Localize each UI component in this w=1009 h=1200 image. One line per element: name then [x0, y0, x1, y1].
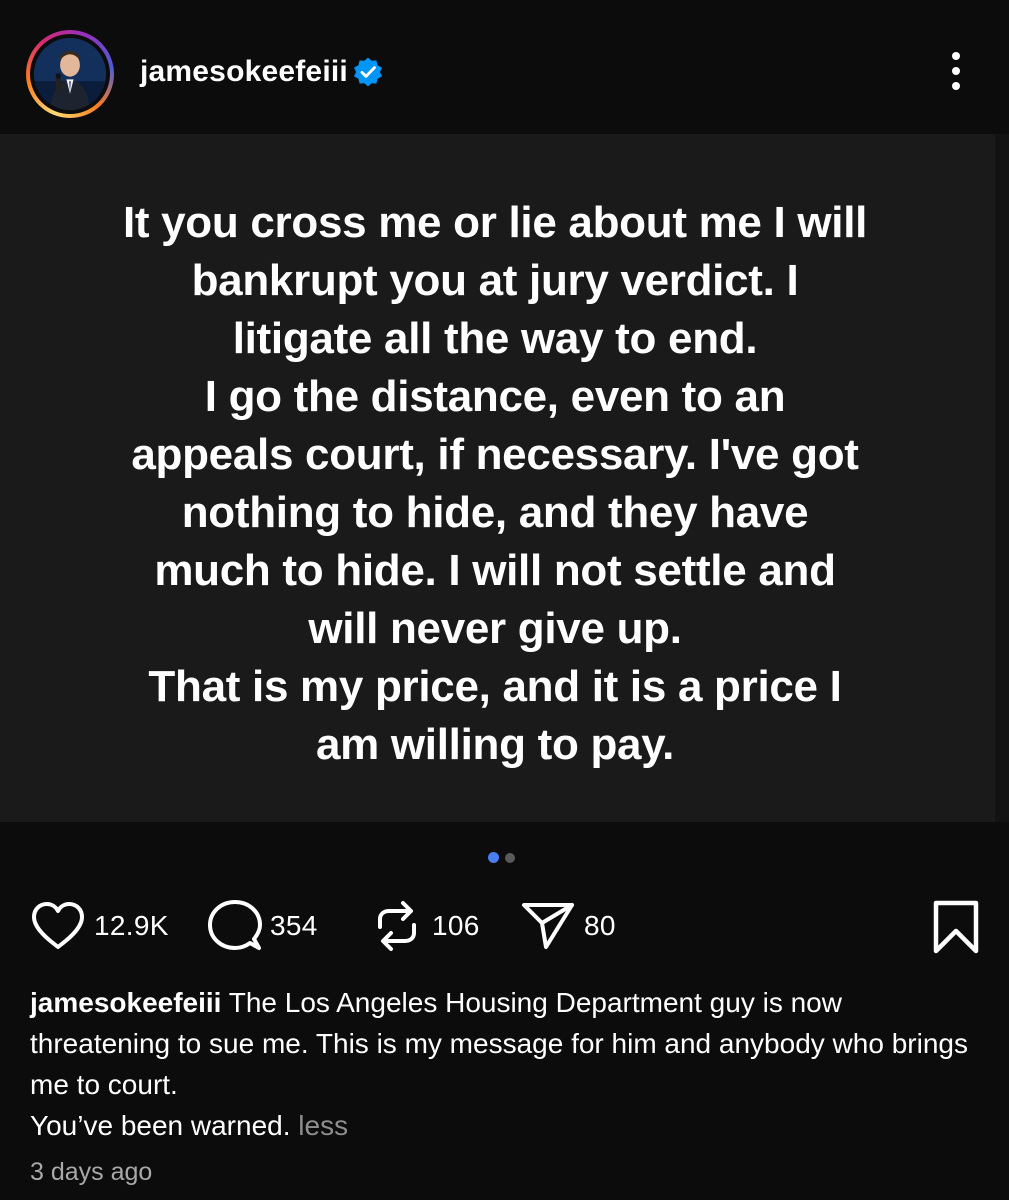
comment-button[interactable]: 354: [208, 898, 318, 954]
action-bar: 12.9K 354 106 80: [30, 898, 980, 954]
send-icon: [522, 903, 574, 949]
repost-icon: [378, 901, 416, 951]
comment-count: 354: [270, 910, 318, 941]
post-image-text: It you cross me or lie about me I will b…: [40, 194, 950, 774]
share-button[interactable]: 80: [520, 898, 616, 954]
avatar[interactable]: [34, 38, 106, 110]
post-text-line: nothing to hide, and they have: [181, 488, 809, 537]
caption-username[interactable]: jamesokeefeiii: [30, 987, 221, 1018]
comment-icon: [208, 900, 262, 950]
carousel-dot: [505, 852, 515, 863]
post-text-line: appeals court, if necessary. I've got: [131, 430, 859, 479]
post-text-line: bankrupt you at jury verdict. I: [191, 256, 799, 305]
bookmark-icon: [933, 900, 979, 954]
avatar-story-ring[interactable]: [26, 30, 114, 118]
post-text-line: That is my price, and it is a price I: [148, 662, 842, 711]
less-link[interactable]: less: [298, 1110, 348, 1141]
carousel-indicator: [488, 852, 515, 863]
header-username[interactable]: jamesokeefeiii: [140, 55, 348, 89]
post-caption: jamesokeefeiii The Los Angeles Housing D…: [30, 982, 980, 1146]
like-count: 12.9K: [94, 910, 169, 941]
heart-icon: [32, 902, 84, 949]
verified-badge-icon: [354, 57, 382, 87]
post-timestamp: 3 days ago: [30, 1158, 153, 1186]
post-text-line: litigate all the way to end.: [232, 314, 758, 363]
post-text-line: It you cross me or lie about me I will: [122, 198, 868, 247]
like-button[interactable]: 12.9K: [30, 898, 169, 954]
repost-button[interactable]: 106: [370, 898, 480, 954]
share-count: 80: [584, 910, 616, 941]
repost-count: 106: [432, 910, 480, 941]
more-options-icon[interactable]: [940, 46, 972, 96]
post-text-line: much to hide. I will not settle and: [154, 546, 836, 595]
post-text-line: will never give up.: [308, 604, 682, 653]
avatar-person-icon: [34, 38, 106, 110]
post-footer: 12.9K 354 106 80 jamesokeefeiii The Los …: [0, 822, 1009, 1200]
post-text-line: am willing to pay.: [315, 720, 675, 769]
save-button[interactable]: [932, 900, 980, 959]
post-image[interactable]: It you cross me or lie about me I will b…: [0, 134, 1009, 822]
post-header: jamesokeefeiii: [0, 0, 1009, 134]
carousel-dot-active: [488, 852, 499, 863]
post-text-line: I go the distance, even to an: [204, 372, 786, 421]
caption-text-line-2: You’ve been warned.: [30, 1110, 291, 1141]
